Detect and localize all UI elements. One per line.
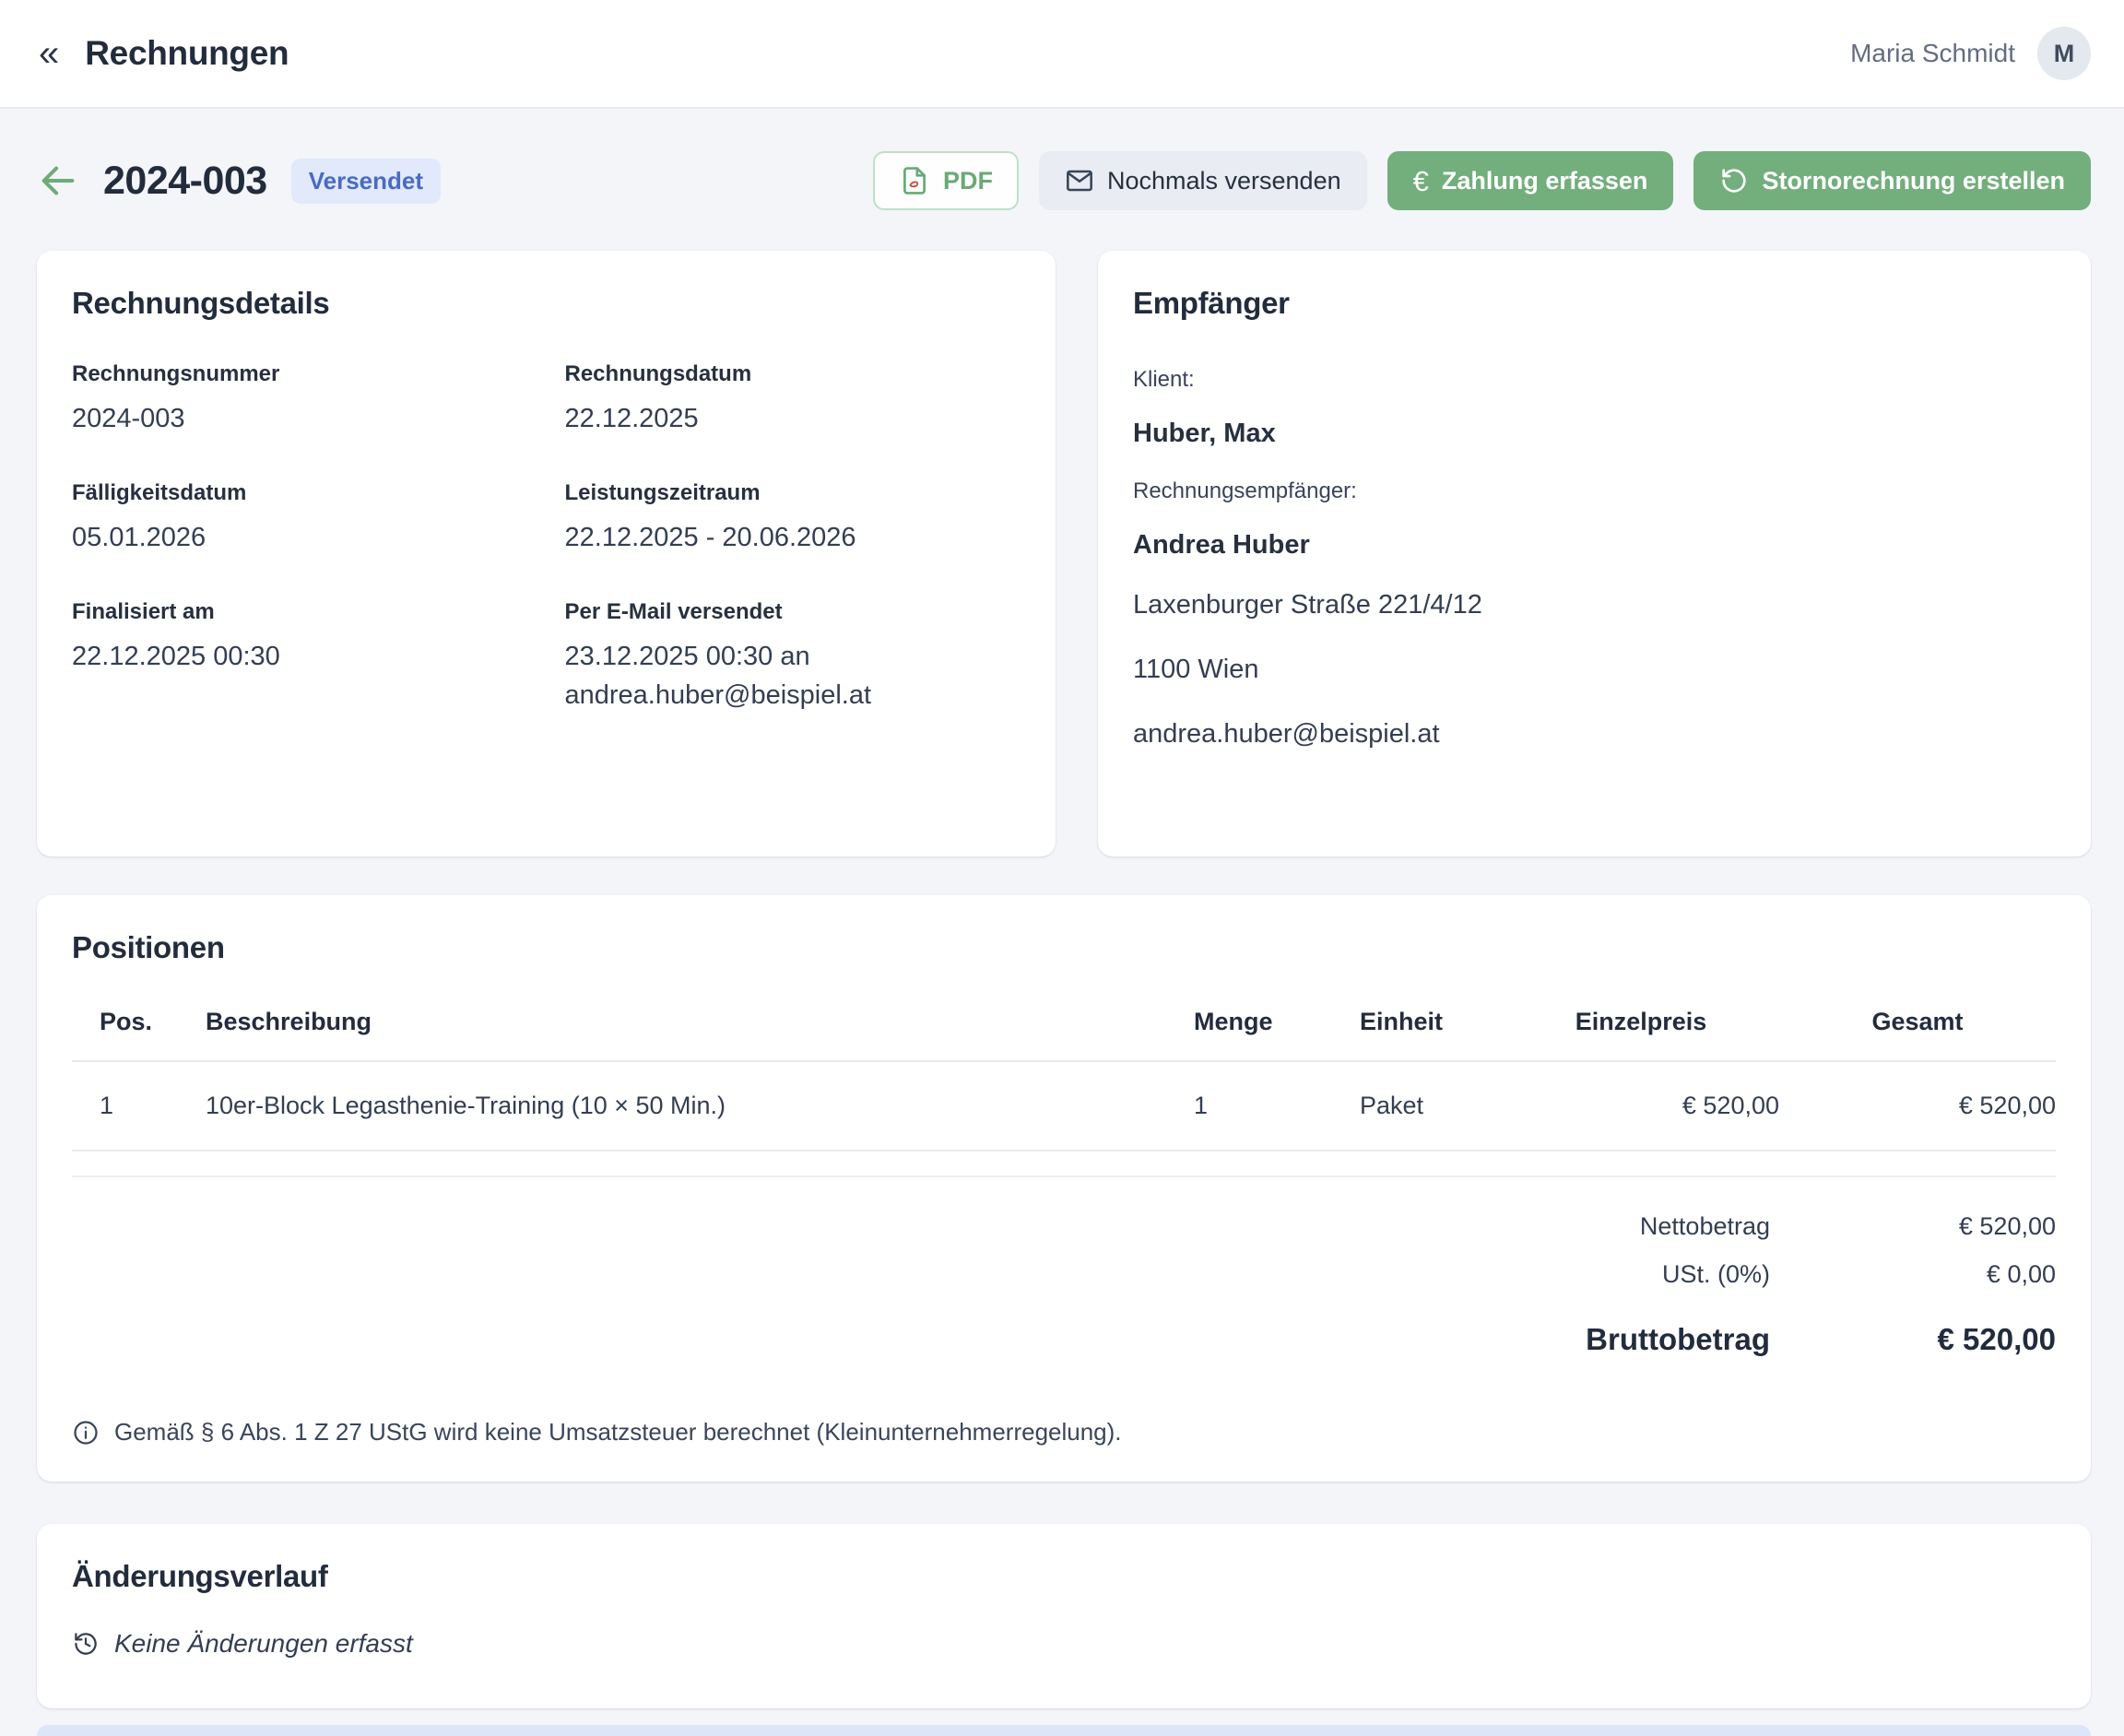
invoice-details-card: Rechnungsdetails Rechnungsnummer 2024-00… [37, 251, 1056, 856]
avatar[interactable]: M [2037, 27, 2091, 80]
field-value: 05.01.2026 [72, 518, 528, 557]
cell-description: 10er-Block Legasthenie-Training (10 × 50… [206, 1061, 1194, 1151]
positions-card-title: Positionen [72, 930, 2056, 965]
status-badge: Versendet [291, 159, 441, 204]
table-header-row: Pos. Beschreibung Menge Einheit Einzelpr… [72, 1008, 2056, 1061]
total-gross-value: € 520,00 [1770, 1322, 2056, 1357]
tax-note: Gemäß § 6 Abs. 1 Z 27 UStG wird keine Um… [72, 1418, 2056, 1447]
invoice-number-title: 2024-003 [103, 159, 267, 204]
table-row: 1 10er-Block Legasthenie-Training (10 × … [72, 1061, 2056, 1151]
cell-unit: Paket [1332, 1061, 1503, 1151]
field-due-date: Fälligkeitsdatum 05.01.2026 [72, 480, 528, 557]
total-net-value: € 520,00 [1770, 1212, 2056, 1241]
col-total: Gesamt [1779, 1008, 2056, 1061]
back-button[interactable] [37, 159, 79, 202]
totals-section: Nettobetrag € 520,00 USt. (0%) € 0,00 Br… [72, 1212, 2056, 1357]
next-section-peek [37, 1725, 2091, 1736]
cell-pos: 1 [72, 1061, 206, 1151]
total-vat-row: USt. (0%) € 0,00 [72, 1260, 2056, 1289]
recipient-label: Rechnungsempfänger: [1133, 478, 2056, 504]
cell-unit-price: € 520,00 [1503, 1061, 1779, 1151]
pdf-file-icon [899, 165, 930, 196]
field-value: 22.12.2025 [565, 399, 1021, 438]
field-emailed-at: Per E-Mail versendet 23.12.2025 00:30 an… [565, 599, 1021, 714]
invoice-toolbar: 2024-003 Versendet PDF [37, 151, 2091, 210]
col-unit: Einheit [1332, 1008, 1503, 1061]
field-label: Per E-Mail versendet [565, 599, 1021, 625]
field-value: 22.12.2025 - 20.06.2026 [565, 518, 1021, 557]
page-title: Rechnungen [85, 34, 289, 73]
field-value: 22.12.2025 00:30 [72, 637, 528, 676]
field-invoice-date: Rechnungsdatum 22.12.2025 [565, 361, 1021, 438]
recipient-email: andrea.huber@beispiel.at [1133, 719, 2056, 750]
details-card-title: Rechnungsdetails [72, 286, 1021, 321]
pdf-button[interactable]: PDF [873, 151, 1019, 210]
history-empty-text: Keine Änderungen erfasst [114, 1629, 413, 1659]
field-service-period: Leistungszeitraum 22.12.2025 - 20.06.202… [565, 480, 1021, 557]
positions-card: Positionen Pos. Beschreibung Menge Einhe… [37, 895, 2091, 1482]
sidebar-collapse-button[interactable]: « [37, 35, 61, 72]
field-label: Rechnungsnummer [72, 361, 528, 387]
positions-table: Pos. Beschreibung Menge Einheit Einzelpr… [72, 1008, 2056, 1151]
user-name: Maria Schmidt [1850, 39, 2015, 68]
create-storno-button[interactable]: Stornorechnung erstellen [1693, 151, 2091, 210]
recipient-name: Andrea Huber [1133, 530, 2056, 561]
info-icon [72, 1419, 100, 1447]
field-invoice-number: Rechnungsnummer 2024-003 [72, 361, 528, 438]
cell-quantity: 1 [1194, 1061, 1332, 1151]
recipient-card: Empfänger Klient: Huber, Max Rechnungsem… [1098, 251, 2091, 856]
mail-icon [1065, 166, 1094, 195]
table-end-divider [72, 1175, 2056, 1177]
total-vat-value: € 0,00 [1770, 1260, 2056, 1289]
invoice-detail-page: 2024-003 Versendet PDF [0, 151, 2124, 1736]
resend-button-label: Nochmals versenden [1107, 167, 1341, 195]
field-value: 23.12.2025 00:30 an andrea.huber@beispie… [565, 637, 1021, 714]
record-payment-label: Zahlung erfassen [1442, 167, 1648, 195]
field-label: Rechnungsdatum [565, 361, 1021, 387]
pdf-button-label: PDF [943, 167, 993, 195]
col-description: Beschreibung [206, 1008, 1194, 1061]
history-icon [72, 1630, 100, 1658]
col-unit-price: Einzelpreis [1503, 1008, 1779, 1061]
field-label: Fälligkeitsdatum [72, 480, 528, 506]
euro-icon: € [1413, 167, 1429, 195]
cell-total: € 520,00 [1779, 1061, 2056, 1151]
col-quantity: Menge [1194, 1008, 1332, 1061]
col-pos: Pos. [72, 1008, 206, 1061]
field-label: Finalisiert am [72, 599, 528, 625]
field-finalized-at: Finalisiert am 22.12.2025 00:30 [72, 599, 528, 714]
tax-note-text: Gemäß § 6 Abs. 1 Z 27 UStG wird keine Um… [114, 1418, 1122, 1447]
field-value: 2024-003 [72, 399, 528, 438]
history-card: Änderungsverlauf Keine Änderungen erfass… [37, 1524, 2091, 1708]
record-payment-button[interactable]: € Zahlung erfassen [1387, 151, 1674, 210]
arrow-left-icon [37, 159, 79, 202]
total-net-row: Nettobetrag € 520,00 [72, 1212, 2056, 1241]
resend-button[interactable]: Nochmals versenden [1039, 151, 1367, 210]
total-gross-row: Bruttobetrag € 520,00 [72, 1322, 2056, 1357]
history-card-title: Änderungsverlauf [72, 1559, 2056, 1594]
client-label: Klient: [1133, 367, 2056, 393]
recipient-address: Laxenburger Straße 221/4/12 [1133, 590, 2056, 620]
total-vat-label: USt. (0%) [1662, 1260, 1770, 1289]
create-storno-label: Stornorechnung erstellen [1762, 167, 2065, 195]
field-label: Leistungszeitraum [565, 480, 1021, 506]
app-header: « Rechnungen Maria Schmidt M [0, 0, 2124, 109]
total-net-label: Nettobetrag [1640, 1212, 1770, 1241]
rotate-ccw-icon [1719, 166, 1749, 195]
client-name: Huber, Max [1133, 419, 2056, 449]
recipient-card-title: Empfänger [1133, 286, 2056, 321]
total-gross-label: Bruttobetrag [1586, 1322, 1770, 1357]
recipient-city: 1100 Wien [1133, 655, 2056, 685]
